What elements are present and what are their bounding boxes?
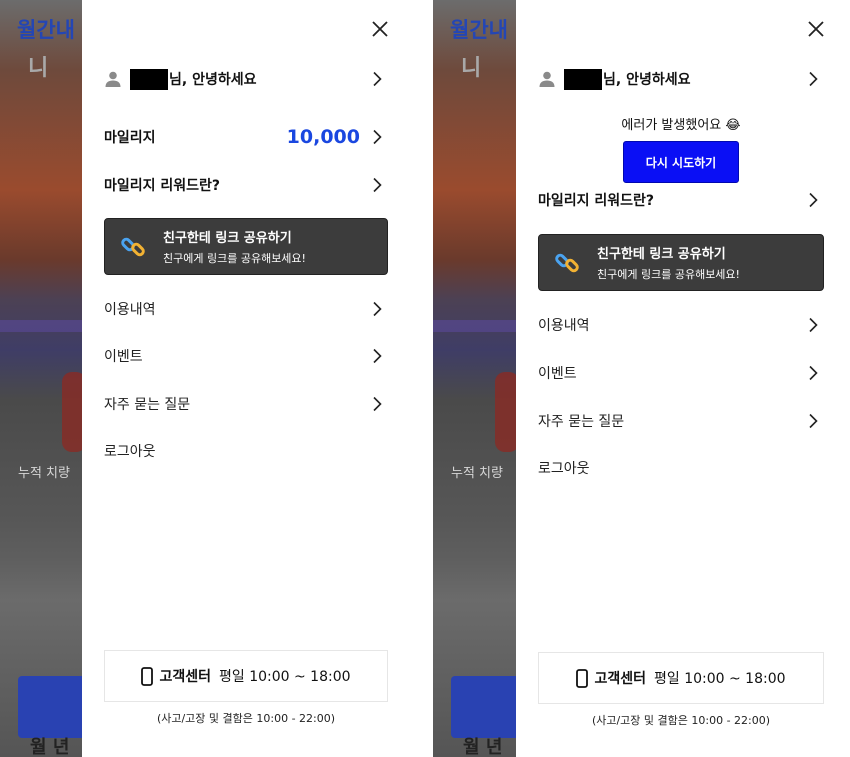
menu-item-label: 이벤트 [104,349,143,365]
customer-center-hours: 평일 10:00 ~ 18:00 [653,671,786,687]
chevron-right-icon [373,129,382,145]
greeting-text: 님, 안녕하세요 [603,72,691,88]
customer-center-title: 고객센터 [159,669,211,685]
menu-item-label: 이벤트 [538,366,577,382]
chevron-right-icon [373,177,382,193]
close-icon [808,21,824,37]
chevron-right-icon [373,301,382,317]
profile-row[interactable]: 님, 안녕하세요 [104,67,382,91]
menu-item-events[interactable]: 이벤트 [538,362,818,384]
customer-center-title: 고객센터 [594,671,646,687]
share-title: 친구한테 링크 공유하기 [163,231,292,246]
chevron-right-icon [809,71,818,87]
background-caption: 누적 치량 [18,466,70,481]
customer-center-box[interactable]: 고객센터 평일 10:00 ~ 18:00 [538,652,824,704]
close-button[interactable] [806,19,826,39]
background-title: 월간내 [17,18,75,42]
menu-item-label: 이용내역 [538,318,590,334]
menu-item-faq[interactable]: 자주 묻는 질문 [104,393,382,415]
profile-row[interactable]: 님, 안녕하세요 [538,67,818,91]
greeting-text: 님, 안녕하세요 [169,72,257,88]
username-redacted [564,68,602,90]
error-message: 에러가 발생했어요 😂 [621,118,741,133]
chevron-right-icon [809,192,818,208]
mileage-reward-label: 마일리지 리워드란? [538,193,655,209]
mileage-row[interactable]: 마일리지 10,000 [104,124,382,150]
background-subtitle: 니 [461,56,482,81]
menu-item-label: 자주 묻는 질문 [104,397,191,413]
link-icon [121,237,145,256]
chevron-right-icon [809,317,818,333]
menu-item-logout[interactable]: 로그아웃 [538,457,818,479]
background-caption: 누적 치량 [451,466,503,481]
customer-center-note: (사고/고장 및 결함은 10:00 - 22:00) [591,714,771,727]
chevron-right-icon [373,396,382,412]
mileage-label: 마일리지 [104,130,156,146]
background-bottom-text: 월 년 [30,737,70,757]
retry-button[interactable]: 다시 시도하기 [623,141,739,183]
chevron-right-icon [373,71,382,87]
background-subtitle: 니 [28,56,49,81]
chevron-right-icon [373,348,382,364]
mileage-reward-row[interactable]: 마일리지 리워드란? [538,189,818,211]
menu-item-events[interactable]: 이벤트 [104,345,382,367]
menu-item-logout[interactable]: 로그아웃 [104,440,382,462]
close-button[interactable] [370,19,390,39]
side-drawer: 님, 안녕하세요 에러가 발생했어요 😂 다시 시도하기 마일리지 리워드란? … [516,0,846,757]
menu-item-label: 로그아웃 [104,444,156,460]
share-link-card[interactable]: 친구한테 링크 공유하기 친구에게 링크를 공유해보세요! [104,218,388,275]
chevron-right-icon [809,365,818,381]
background-title: 월간내 [450,18,508,42]
user-icon [105,71,121,87]
share-link-card[interactable]: 친구한테 링크 공유하기 친구에게 링크를 공유해보세요! [538,234,824,291]
phone-icon [576,668,589,688]
menu-item-label: 자주 묻는 질문 [538,414,625,430]
chevron-right-icon [809,413,818,429]
mileage-reward-row[interactable]: 마일리지 리워드란? [104,174,382,196]
background-button [451,676,521,738]
mileage-error: 에러가 발생했어요 😂 다시 시도하기 [516,114,846,183]
username-redacted [130,68,168,90]
menu-item-history[interactable]: 이용내역 [104,298,382,320]
share-subtitle: 친구에게 링크를 공유해보세요! [597,268,740,281]
mileage-reward-label: 마일리지 리워드란? [104,178,221,194]
close-icon [372,21,388,37]
screen-left: 월간내 니 누적 치량 월 년 님, 안녕하세요 마일리지 10,000 마일리… [0,0,410,757]
share-subtitle: 친구에게 링크를 공유해보세요! [163,252,306,265]
side-drawer: 님, 안녕하세요 마일리지 10,000 마일리지 리워드란? 친구한테 링크 … [82,0,410,757]
background-button [18,676,88,738]
user-icon [539,71,555,87]
customer-center-note: (사고/고장 및 결함은 10:00 - 22:00) [156,712,336,725]
menu-item-label: 이용내역 [104,302,156,318]
link-icon [555,253,579,272]
screen-right: 월간내 니 누적 치량 월 년 님, 안녕하세요 에러가 발생했어요 😂 다시 … [433,0,846,757]
share-title: 친구한테 링크 공유하기 [597,247,726,262]
menu-item-label: 로그아웃 [538,461,590,477]
menu-item-history[interactable]: 이용내역 [538,314,818,336]
menu-item-faq[interactable]: 자주 묻는 질문 [538,410,818,432]
phone-icon [141,666,154,686]
customer-center-box[interactable]: 고객센터 평일 10:00 ~ 18:00 [104,650,388,702]
customer-center-hours: 평일 10:00 ~ 18:00 [218,669,351,685]
background-bottom-text: 월 년 [463,737,503,757]
mileage-value: 10,000 [286,126,360,148]
